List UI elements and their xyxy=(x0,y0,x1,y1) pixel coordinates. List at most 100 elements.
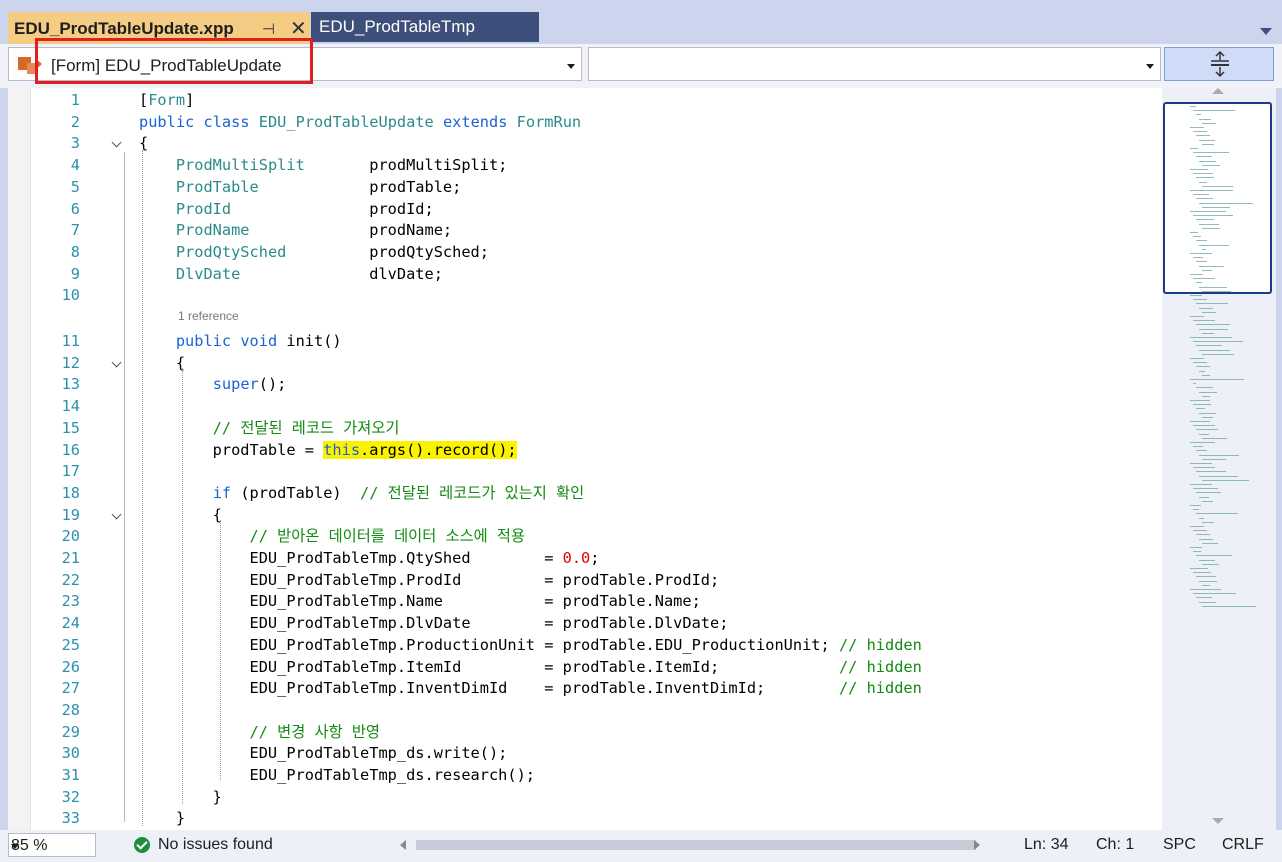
member-dropdown[interactable] xyxy=(588,47,1161,81)
minimap-line xyxy=(1190,253,1212,254)
minimap-line xyxy=(1190,337,1232,338)
split-editor-button[interactable] xyxy=(1164,47,1274,81)
minimap-line xyxy=(1199,601,1216,603)
code-line[interactable]: 9 DlvDate dlvDate; xyxy=(8,263,1162,285)
minimap-line xyxy=(1190,358,1204,359)
minimap-line xyxy=(1190,190,1234,191)
minimap-line xyxy=(1193,362,1207,364)
line-number: 25 xyxy=(61,635,80,654)
minimap-line xyxy=(1193,278,1215,280)
minimap-line xyxy=(1202,437,1228,439)
code-line[interactable]: 33 } xyxy=(8,807,1162,829)
line-ending-status[interactable]: CRLF xyxy=(1222,836,1264,854)
line-number: 27 xyxy=(61,679,80,698)
code-text: DlvDate dlvDate; xyxy=(175,264,443,283)
minimap-line xyxy=(1193,530,1208,532)
vertical-scrollbar-minimap[interactable] xyxy=(1162,88,1276,830)
minimap-line xyxy=(1193,320,1215,322)
minimap-line xyxy=(1190,463,1213,464)
horizontal-scrollbar[interactable] xyxy=(400,838,980,852)
minimap-line xyxy=(1193,383,1196,385)
code-line[interactable]: 6 ProdId prodId; xyxy=(8,198,1162,220)
zoom-level-dropdown[interactable]: 85 % xyxy=(8,833,96,857)
fold-chevron-down-icon[interactable] xyxy=(111,357,122,368)
code-text: { xyxy=(139,353,186,372)
codelens-reference-count[interactable]: 1 reference xyxy=(178,309,239,323)
code-line[interactable]: 4 ProdMultiSplit prodMultiSplit; xyxy=(8,154,1162,176)
line-number: 9 xyxy=(70,264,80,283)
horizontal-scroll-thumb[interactable] xyxy=(416,840,976,850)
tab-edu-prodtabletmp[interactable]: EDU_ProdTableTmp xyxy=(311,12,539,42)
minimap-line xyxy=(1193,194,1209,196)
minimap-line xyxy=(1196,408,1205,410)
line-number: 4 xyxy=(70,156,80,175)
scroll-up-icon[interactable] xyxy=(1212,88,1224,94)
minimap-line xyxy=(1196,219,1214,221)
minimap-line xyxy=(1196,345,1222,347)
code-line[interactable]: 10 xyxy=(8,284,1162,306)
minimap-line xyxy=(1202,374,1211,376)
code-line[interactable]: 3{ xyxy=(8,132,1162,154)
minimap-line xyxy=(1199,286,1227,288)
minimap-line xyxy=(1190,484,1212,485)
code-text: { xyxy=(139,505,222,524)
pin-icon[interactable]: ⊣ xyxy=(262,20,275,38)
code-text: ProdId prodId; xyxy=(175,199,434,218)
minimap-line xyxy=(1202,185,1233,187)
code-line[interactable]: 8 ProdQtySched prodQtySched; xyxy=(8,241,1162,263)
scroll-right-icon[interactable] xyxy=(974,840,980,850)
fold-chevron-down-icon[interactable] xyxy=(111,137,122,148)
code-line[interactable]: 5 ProdTable prodTable; xyxy=(8,176,1162,198)
issues-status[interactable]: No issues found xyxy=(158,836,273,854)
minimap-line xyxy=(1193,593,1237,595)
minimap-line xyxy=(1199,265,1225,267)
minimap-line xyxy=(1190,169,1208,170)
chevron-down-icon xyxy=(567,64,575,69)
code-text: EDU_ProdTableTmp_ds.write(); xyxy=(139,744,508,763)
minimap-line xyxy=(1190,295,1202,296)
minimap-line xyxy=(1190,568,1208,569)
split-editor-icon xyxy=(1211,50,1229,78)
spacing-status[interactable]: SPC xyxy=(1163,836,1196,854)
code-text: // 전달된 레코드 가져오기 xyxy=(212,418,400,437)
code-line[interactable]: 1 [Form] xyxy=(8,89,1162,111)
line-number-status[interactable]: Ln: 34 xyxy=(1024,836,1068,854)
minimap-line xyxy=(1196,324,1230,326)
fold-chevron-down-icon[interactable] xyxy=(111,509,122,520)
line-number: 21 xyxy=(61,549,80,567)
code-text: public void init() xyxy=(175,332,342,350)
line-number: 13 xyxy=(61,375,80,394)
tab-overflow-chevron-down-icon[interactable] xyxy=(1260,28,1272,35)
minimap-line xyxy=(1202,542,1219,544)
minimap-line xyxy=(1190,421,1210,422)
minimap-line xyxy=(1193,509,1199,511)
minimap-line xyxy=(1193,467,1215,469)
scroll-left-icon[interactable] xyxy=(400,840,406,850)
code-line[interactable]: 7 ProdName prodName; xyxy=(8,219,1162,241)
minimap-line xyxy=(1199,118,1211,120)
line-number: 8 xyxy=(70,242,80,261)
minimap-line xyxy=(1196,534,1210,536)
minimap-line xyxy=(1196,156,1212,158)
code-line[interactable]: 2 public class EDU_ProdTableUpdate extend… xyxy=(8,111,1162,133)
line-number: 2 xyxy=(70,112,80,131)
minimap-line xyxy=(1196,429,1218,431)
line-number: 14 xyxy=(61,397,80,416)
line-number: 23 xyxy=(61,592,80,611)
line-number: 7 xyxy=(70,221,80,240)
line-number: 29 xyxy=(61,722,80,741)
minimap-line xyxy=(1199,244,1229,246)
scroll-down-icon[interactable] xyxy=(1212,818,1224,824)
code-editor[interactable]: 1 [Form] 2 public class EDU_ProdTableUpdate… xyxy=(8,88,1162,830)
minimap-line xyxy=(1202,395,1210,397)
minimap-line xyxy=(1196,492,1222,494)
code-text: EDU_ProdTableTmp_ds.research(); xyxy=(139,766,536,784)
code-line[interactable]: 11 public void init() xyxy=(8,330,1162,352)
minimap-line xyxy=(1196,513,1238,515)
minimap-line xyxy=(1190,526,1204,527)
minimap-line xyxy=(1196,135,1210,137)
minimap-line xyxy=(1196,177,1214,179)
line-number: 31 xyxy=(61,766,80,784)
code-text: EDU_ProdTableTmp.QtyShed = 0.0; xyxy=(139,549,600,567)
column-number-status[interactable]: Ch: 1 xyxy=(1096,836,1134,854)
